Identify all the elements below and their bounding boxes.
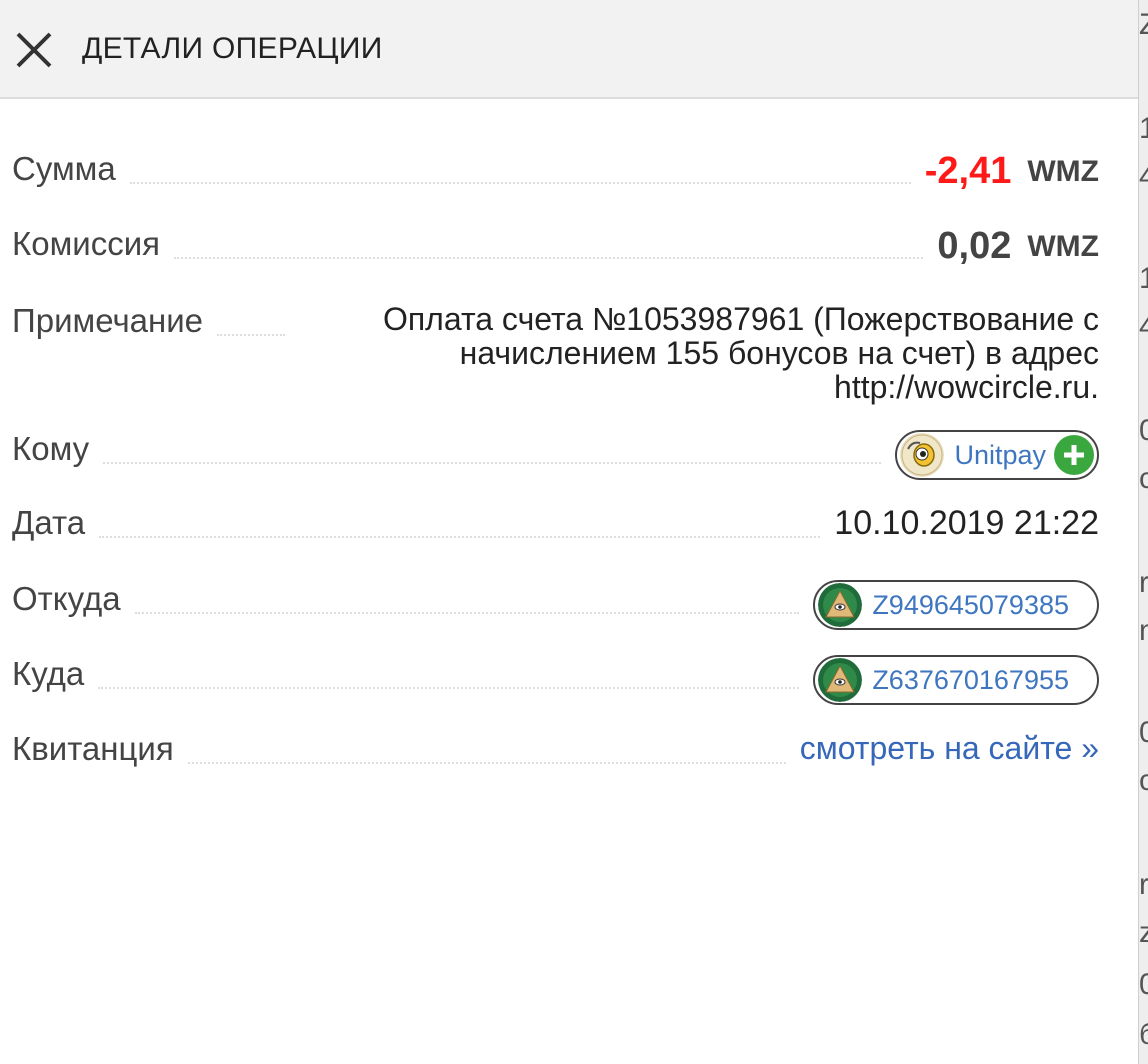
- dotted-leader: [98, 687, 800, 689]
- edge-glyph: r: [1139, 566, 1148, 599]
- detail-row-date: Дата 10.10.2019 21:22: [12, 504, 1099, 543]
- edge-glyph: Z: [1139, 8, 1148, 42]
- recipient-name: Unitpay: [954, 439, 1046, 470]
- recipient-pill[interactable]: Unitpay: [895, 430, 1099, 480]
- detail-row-from: Откуда Z949645079385: [12, 580, 1099, 630]
- dotted-leader: [99, 536, 821, 538]
- fee-currency: WMZ: [1027, 229, 1099, 263]
- edge-glyph: 4: [1139, 310, 1148, 344]
- receipt-link[interactable]: смотреть на сайте »: [800, 730, 1099, 767]
- detail-row-note: Примечание Оплата счета №1053987961 (Пож…: [12, 302, 1099, 404]
- dotted-leader: [174, 257, 924, 259]
- from-purse-number: Z949645079385: [872, 589, 1069, 620]
- edge-glyph: 0: [1139, 414, 1148, 448]
- edge-glyph: 4: [1139, 160, 1148, 194]
- unitpay-avatar-icon: [900, 433, 945, 477]
- date-label: Дата: [12, 504, 86, 541]
- close-icon: [16, 32, 52, 68]
- fee-value: 0,02: [937, 225, 1012, 267]
- edge-glyph: z: [1139, 916, 1148, 950]
- fee-value-group: 0,02 WMZ: [937, 225, 1099, 268]
- fee-label: Комиссия: [12, 225, 161, 262]
- receipt-label: Квитанция: [12, 730, 174, 767]
- dotted-leader: [103, 462, 882, 464]
- detail-row-recipient: Кому Unitpay: [12, 430, 1099, 480]
- from-purse-pill[interactable]: Z949645079385: [813, 580, 1099, 630]
- edge-glyph: 0: [1139, 716, 1148, 750]
- recipient-label: Кому: [12, 430, 90, 467]
- edge-glyph: c: [1139, 462, 1148, 496]
- edge-glyph: 1: [1139, 112, 1148, 146]
- detail-row-to: Куда Z637670167955: [12, 655, 1099, 705]
- to-label: Куда: [12, 655, 85, 692]
- dotted-leader: [217, 334, 285, 336]
- detail-row-amount: Сумма -2,41 WMZ: [12, 150, 1099, 193]
- amount-value-group: -2,41 WMZ: [925, 150, 1099, 193]
- edge-glyph: c: [1139, 764, 1148, 798]
- amount-label: Сумма: [12, 150, 116, 187]
- dotted-leader: [134, 612, 800, 614]
- note-value: Оплата счета №1053987961 (Пожерствование…: [382, 301, 1099, 405]
- edge-glyph: n: [1139, 614, 1148, 648]
- detail-row-receipt: Квитанция смотреть на сайте »: [12, 730, 1099, 768]
- edge-glyph: r: [1139, 868, 1148, 901]
- amount-currency: WMZ: [1027, 154, 1099, 188]
- dotted-leader: [129, 182, 911, 184]
- close-button[interactable]: [14, 30, 54, 70]
- edge-glyph: 0: [1139, 968, 1148, 1002]
- edge-glyph: 1: [1139, 262, 1148, 296]
- background-page-edge: Z 1 4 1 4 0 c r n 0 c r z 0 б: [1138, 0, 1148, 1064]
- to-purse-number: Z637670167955: [872, 664, 1069, 695]
- plus-icon[interactable]: [1054, 435, 1094, 475]
- page-title: ДЕТАЛИ ОПЕРАЦИИ: [82, 32, 383, 65]
- operation-details-panel: ДЕТАЛИ ОПЕРАЦИИ Сумма -2,41 WMZ Комиссия…: [0, 0, 1138, 1064]
- edge-glyph: б: [1139, 1018, 1148, 1052]
- panel-header: ДЕТАЛИ ОПЕРАЦИИ: [0, 0, 1138, 99]
- note-label: Примечание: [12, 302, 204, 339]
- detail-row-fee: Комиссия 0,02 WMZ: [12, 225, 1099, 268]
- to-purse-pill[interactable]: Z637670167955: [813, 655, 1099, 705]
- date-value: 10.10.2019 21:22: [834, 504, 1099, 542]
- amount-value: -2,41: [924, 150, 1012, 192]
- from-label: Откуда: [12, 580, 121, 617]
- webmoney-purse-icon: [818, 658, 863, 702]
- dotted-leader: [187, 762, 786, 764]
- webmoney-purse-icon: [818, 583, 863, 627]
